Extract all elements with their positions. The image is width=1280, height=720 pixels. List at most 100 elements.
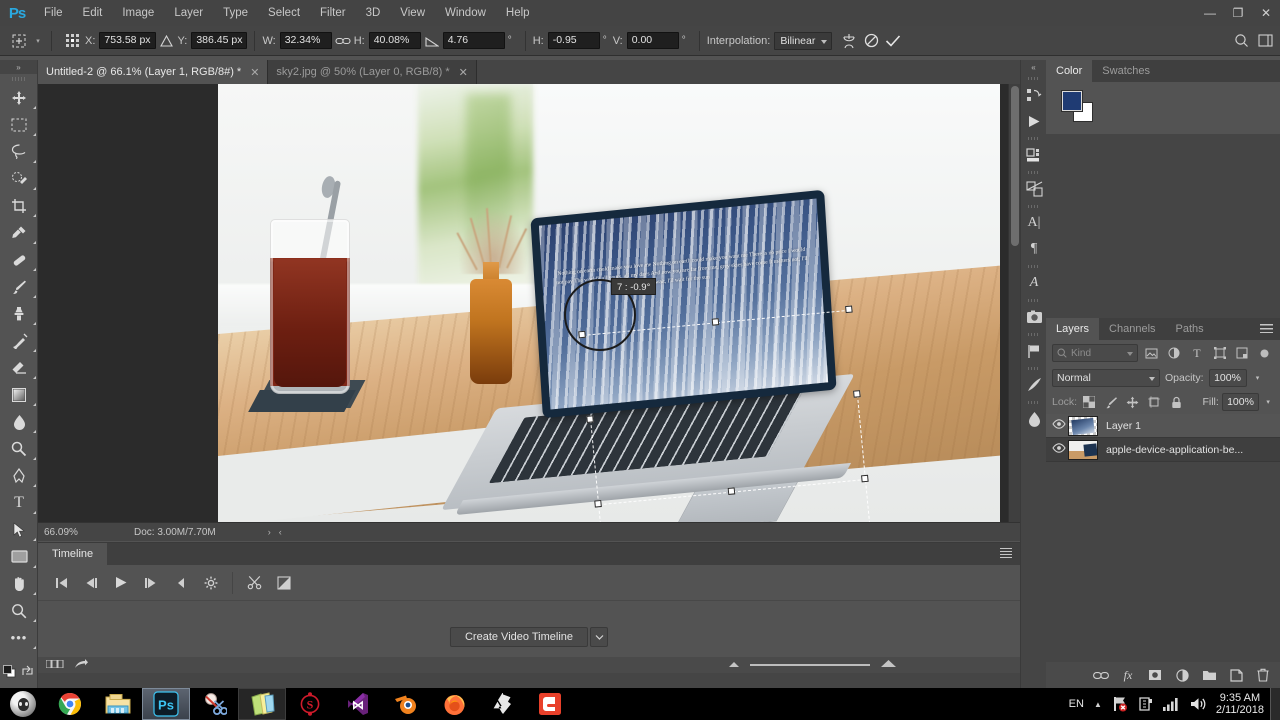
- menu-help[interactable]: Help: [496, 0, 540, 26]
- character-panel-icon[interactable]: A |: [1021, 210, 1047, 236]
- tab-paths[interactable]: Paths: [1166, 318, 1214, 340]
- taskbar-snipping-tool[interactable]: [190, 688, 238, 720]
- width-input[interactable]: 32.34%: [279, 32, 332, 49]
- dock-grip[interactable]: [1021, 262, 1046, 270]
- dock-grip[interactable]: [1021, 364, 1046, 372]
- skew-v-input[interactable]: 0.00: [626, 32, 679, 49]
- taskbar-unity[interactable]: [478, 688, 526, 720]
- quick-selection-tool[interactable]: [0, 165, 38, 192]
- tab-timeline[interactable]: Timeline: [38, 543, 108, 565]
- toolbar-grip[interactable]: [0, 74, 37, 84]
- menu-file[interactable]: File: [34, 0, 73, 26]
- foreground-color-swatch[interactable]: [1061, 90, 1083, 112]
- camera-raw-panel-icon[interactable]: [1021, 304, 1047, 330]
- table-row[interactable]: Layer 1: [1046, 414, 1280, 438]
- paragraph-panel-icon[interactable]: ¶: [1021, 236, 1047, 262]
- y-input[interactable]: 386.45 px: [191, 32, 248, 49]
- delete-layer-icon[interactable]: [1250, 662, 1276, 688]
- link-chain-icon[interactable]: [332, 30, 354, 52]
- document-tab-untitled-2[interactable]: Untitled-2 @ 66.1% (Layer 1, RGB/8#) * ✕: [38, 60, 269, 84]
- start-orb-icon[interactable]: [0, 688, 46, 720]
- taskbar-firefox[interactable]: [430, 688, 478, 720]
- dock-grip[interactable]: [1021, 202, 1046, 210]
- warp-mode-icon[interactable]: [838, 30, 860, 52]
- taskbar-blender[interactable]: [382, 688, 430, 720]
- pen-tool[interactable]: [0, 462, 38, 489]
- menu-image[interactable]: Image: [112, 0, 164, 26]
- interpolation-select[interactable]: Bilinear: [774, 31, 833, 50]
- height-input[interactable]: 40.08%: [368, 32, 421, 49]
- move-tool-icon[interactable]: [6, 30, 32, 52]
- clone-stamp-tool[interactable]: [0, 300, 38, 327]
- move-tool[interactable]: [0, 84, 38, 111]
- audio-button[interactable]: [166, 568, 196, 598]
- settings-gear-button[interactable]: [196, 568, 226, 598]
- blur-tool[interactable]: [0, 408, 38, 435]
- hand-tool[interactable]: [0, 570, 38, 597]
- menu-edit[interactable]: Edit: [73, 0, 113, 26]
- new-fill-adjustment-icon[interactable]: [1169, 662, 1195, 688]
- rotation-input[interactable]: 4.76: [442, 32, 505, 49]
- create-video-timeline-button[interactable]: Create Video Timeline: [449, 627, 589, 647]
- properties-panel-icon[interactable]: [1021, 142, 1047, 168]
- taskbar-google-chrome[interactable]: [46, 688, 94, 720]
- layer-style-icon[interactable]: fx: [1115, 662, 1141, 688]
- taskbar-sticky-notes[interactable]: [238, 688, 286, 720]
- dock-grip[interactable]: [1021, 168, 1046, 176]
- transform-handle-top-center[interactable]: [711, 318, 720, 326]
- volume-icon[interactable]: [1189, 696, 1207, 712]
- tab-layers[interactable]: Layers: [1046, 318, 1100, 340]
- delta-icon[interactable]: [156, 30, 178, 52]
- transform-handle-bottom-right[interactable]: [861, 474, 869, 483]
- cancel-transform-icon[interactable]: [860, 30, 882, 52]
- scrollbar-thumb[interactable]: [1011, 86, 1019, 246]
- filter-smart-object-icon[interactable]: [1233, 344, 1252, 362]
- taskbar-file-explorer[interactable]: [94, 688, 142, 720]
- dodge-tool[interactable]: [0, 435, 38, 462]
- transform-handle-middle-right[interactable]: [853, 390, 861, 398]
- layer-name[interactable]: apple-device-application-be...: [1106, 444, 1243, 456]
- zoom-in-large-icon[interactable]: [880, 659, 897, 671]
- dock-grip[interactable]: [1021, 74, 1046, 82]
- taskbar-camtasia[interactable]: [526, 688, 574, 720]
- show-desktop-button[interactable]: [1270, 688, 1280, 720]
- new-layer-icon[interactable]: [1223, 662, 1249, 688]
- lock-transparent-pixels-icon[interactable]: [1080, 393, 1099, 411]
- show-hidden-icons[interactable]: ▲: [1094, 700, 1102, 709]
- play-button[interactable]: [106, 568, 136, 598]
- character-styles-panel-icon[interactable]: A: [1021, 270, 1047, 296]
- taskbar-substance[interactable]: S: [286, 688, 334, 720]
- filter-pixel-icon[interactable]: [1142, 344, 1161, 362]
- taskbar-clock[interactable]: 9:35 AM 2/11/2018: [1216, 692, 1264, 716]
- panel-menu-icon[interactable]: [1000, 548, 1012, 558]
- taskbar-visual-studio-code[interactable]: ⋈: [334, 688, 382, 720]
- actions-panel-icon[interactable]: [1021, 108, 1047, 134]
- tab-color[interactable]: Color: [1046, 60, 1093, 82]
- spot-healing-brush-tool[interactable]: [0, 246, 38, 273]
- language-indicator[interactable]: EN: [1069, 698, 1084, 710]
- brush-tool[interactable]: [0, 273, 38, 300]
- horizontal-type-tool[interactable]: T: [0, 489, 38, 516]
- swap-colors-icon[interactable]: [19, 658, 38, 685]
- table-row[interactable]: apple-device-application-be...: [1046, 438, 1280, 462]
- split-clip-button[interactable]: [239, 568, 269, 598]
- default-colors-icon[interactable]: [0, 658, 19, 685]
- transform-handle-bottom-left[interactable]: [594, 499, 602, 508]
- transform-handle-bottom-center[interactable]: [727, 487, 736, 495]
- path-selection-tool[interactable]: [0, 516, 38, 543]
- minimize-button[interactable]: —: [1196, 0, 1224, 26]
- document-size-info[interactable]: Doc: 3.00M/7.70M: [134, 527, 216, 538]
- reference-point-grid-icon[interactable]: [59, 30, 85, 52]
- taskbar-photoshop[interactable]: Ps: [142, 688, 190, 720]
- lock-image-pixels-icon[interactable]: [1102, 393, 1121, 411]
- menu-window[interactable]: Window: [435, 0, 496, 26]
- menu-layer[interactable]: Layer: [164, 0, 213, 26]
- close-icon[interactable]: ✕: [250, 66, 259, 79]
- go-to-first-frame-button[interactable]: [46, 568, 76, 598]
- close-button[interactable]: ✕: [1252, 0, 1280, 26]
- link-layers-icon[interactable]: [1088, 662, 1114, 688]
- dock-grip[interactable]: [1021, 330, 1046, 338]
- rotate-angle-icon[interactable]: [421, 30, 443, 52]
- menu-type[interactable]: Type: [213, 0, 258, 26]
- brush-settings-panel-icon[interactable]: [1021, 372, 1047, 398]
